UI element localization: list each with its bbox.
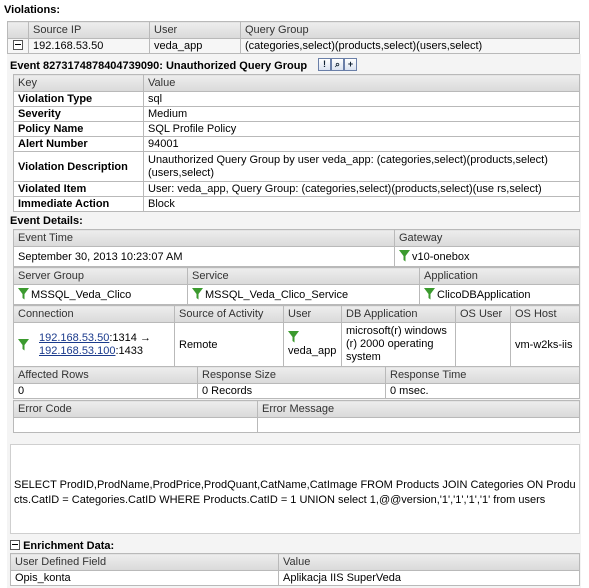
violations-title: Violations: <box>4 4 61 16</box>
sql-query-text: SELECT ProdID,ProdName,ProdPrice,ProdQua… <box>10 444 580 534</box>
server-group-value: MSSQL_Veda_Clico <box>31 289 132 301</box>
violation-query-group: (categories,select)(products,select)(use… <box>240 38 580 54</box>
affected-rows-value: 0 <box>13 383 198 399</box>
enrichment-title: Enrichment Data: <box>23 540 115 552</box>
source-port: :1314 → <box>109 331 151 344</box>
application-header: Application <box>419 267 580 285</box>
event-row: Violation Description Unauthorized Query… <box>13 151 580 182</box>
gateway-header: Gateway <box>394 229 580 247</box>
event-value: 94001 <box>143 136 580 152</box>
event-details-title: Event Details: <box>10 215 83 227</box>
server-group-table: Server Group Service Application MSSQL_V… <box>13 267 580 305</box>
event-key: Violated Item <box>13 181 144 197</box>
event-value: Unauthorized Query Group by user veda_ap… <box>143 151 580 182</box>
os-user-header: OS User <box>455 305 511 323</box>
violations-header-row: Source IP User Query Group <box>7 21 580 39</box>
os-user-value <box>455 322 511 367</box>
violations-table: Source IP User Query Group 192.168.53.50… <box>7 21 580 54</box>
service-header: Service <box>187 267 420 285</box>
event-value: Medium <box>143 106 580 122</box>
db-application-header: DB Application <box>341 305 456 323</box>
event-row: Immediate Action Block <box>13 196 580 212</box>
response-table: Affected Rows Response Size Response Tim… <box>13 366 580 399</box>
violation-source-ip: 192.168.53.50 <box>28 38 150 54</box>
response-size-value: 0 Records <box>197 383 386 399</box>
service-value: MSSQL_Veda_Clico_Service <box>205 289 349 301</box>
event-key: Immediate Action <box>13 196 144 212</box>
event-key: Violation Type <box>13 91 144 107</box>
event-title: Event 8273174878404739090: Unauthorized … <box>10 60 308 72</box>
response-size-header: Response Size <box>197 366 386 384</box>
collapse-toggle-icon[interactable] <box>13 40 23 50</box>
event-time-value: September 30, 2013 10:23:07 AM <box>13 246 395 267</box>
gateway-value: v10-onebox <box>412 251 470 263</box>
event-row: Alert Number 94001 <box>13 136 580 152</box>
event-row: Violated Item User: veda_app, Query Grou… <box>13 181 580 197</box>
violation-user: veda_app <box>149 38 241 54</box>
user-header[interactable]: User <box>149 21 241 39</box>
event-row: Violation Type sql <box>13 91 580 107</box>
source-activity-header: Source of Activity <box>174 305 284 323</box>
connection-header: Connection <box>13 305 175 323</box>
enrichment-table: User Defined Field Value Opis_konta Apli… <box>10 553 580 586</box>
server-group-header: Server Group <box>13 267 188 285</box>
event-value: SQL Profile Policy <box>143 121 580 137</box>
response-time-header: Response Time <box>385 366 580 384</box>
event-row: Policy Name SQL Profile Policy <box>13 121 580 137</box>
filter-icon[interactable] <box>424 288 435 300</box>
db-application-value: microsoft(r) windows (r) 2000 operating … <box>341 322 456 367</box>
conn-user-value: veda_app <box>288 345 337 357</box>
application-value: ClicoDBApplication <box>437 289 531 301</box>
search-button[interactable]: ⌕ <box>331 58 344 71</box>
query-group-header[interactable]: Query Group <box>240 21 580 39</box>
event-value: Block <box>143 196 580 212</box>
filter-icon[interactable] <box>18 338 29 351</box>
response-time-value: 0 msec. <box>385 383 580 399</box>
event-key: Severity <box>13 106 144 122</box>
dest-ip-link[interactable]: 192.168.53.100 <box>39 345 115 357</box>
source-ip-link[interactable]: 192.168.53.50 <box>39 332 109 344</box>
user-defined-field-header: User Defined Field <box>10 553 279 571</box>
enrichment-value: Aplikacja IIS SuperVeda <box>278 570 580 586</box>
collapse-toggle-icon[interactable] <box>10 540 20 550</box>
error-table: Error Code Error Message <box>13 400 580 433</box>
violation-details-page: Violations: Source IP User Query Group 1… <box>0 0 589 588</box>
info-button[interactable]: ! <box>318 58 331 71</box>
event-time-table: Event Time Gateway September 30, 2013 10… <box>13 229 580 267</box>
error-message-header: Error Message <box>257 400 580 418</box>
event-key-value-table: Key Value Violation Type sql Severity Me… <box>13 74 580 212</box>
enrichment-value-header: Value <box>278 553 580 571</box>
filter-icon[interactable] <box>192 288 203 300</box>
event-time-header: Event Time <box>13 229 395 247</box>
key-header[interactable]: Key <box>13 74 144 92</box>
dest-port: :1433 <box>115 344 143 357</box>
filter-icon[interactable] <box>288 331 299 343</box>
value-header[interactable]: Value <box>143 74 580 92</box>
error-code-value <box>13 417 258 433</box>
affected-rows-header: Affected Rows <box>13 366 198 384</box>
enrichment-field: Opis_konta <box>10 570 279 586</box>
violation-row[interactable]: 192.168.53.50 veda_app (categories,selec… <box>7 38 580 54</box>
event-key: Policy Name <box>13 121 144 137</box>
event-row: Severity Medium <box>13 106 580 122</box>
error-message-value <box>257 417 580 433</box>
error-code-header: Error Code <box>13 400 258 418</box>
os-host-value: vm-w2ks-iis <box>510 322 580 367</box>
connection-table: Connection Source of Activity User DB Ap… <box>13 305 580 367</box>
event-value: sql <box>143 91 580 107</box>
source-ip-header[interactable]: Source IP <box>28 21 150 39</box>
event-value: User: veda_app, Query Group: (categories… <box>143 181 580 197</box>
event-key: Alert Number <box>13 136 144 152</box>
os-host-header: OS Host <box>510 305 580 323</box>
filter-icon[interactable] <box>399 250 410 262</box>
source-activity-value: Remote <box>174 322 284 367</box>
conn-user-header: User <box>283 305 342 323</box>
add-button[interactable]: + <box>344 58 357 71</box>
filter-icon[interactable] <box>18 288 29 300</box>
event-key: Violation Description <box>13 151 144 182</box>
